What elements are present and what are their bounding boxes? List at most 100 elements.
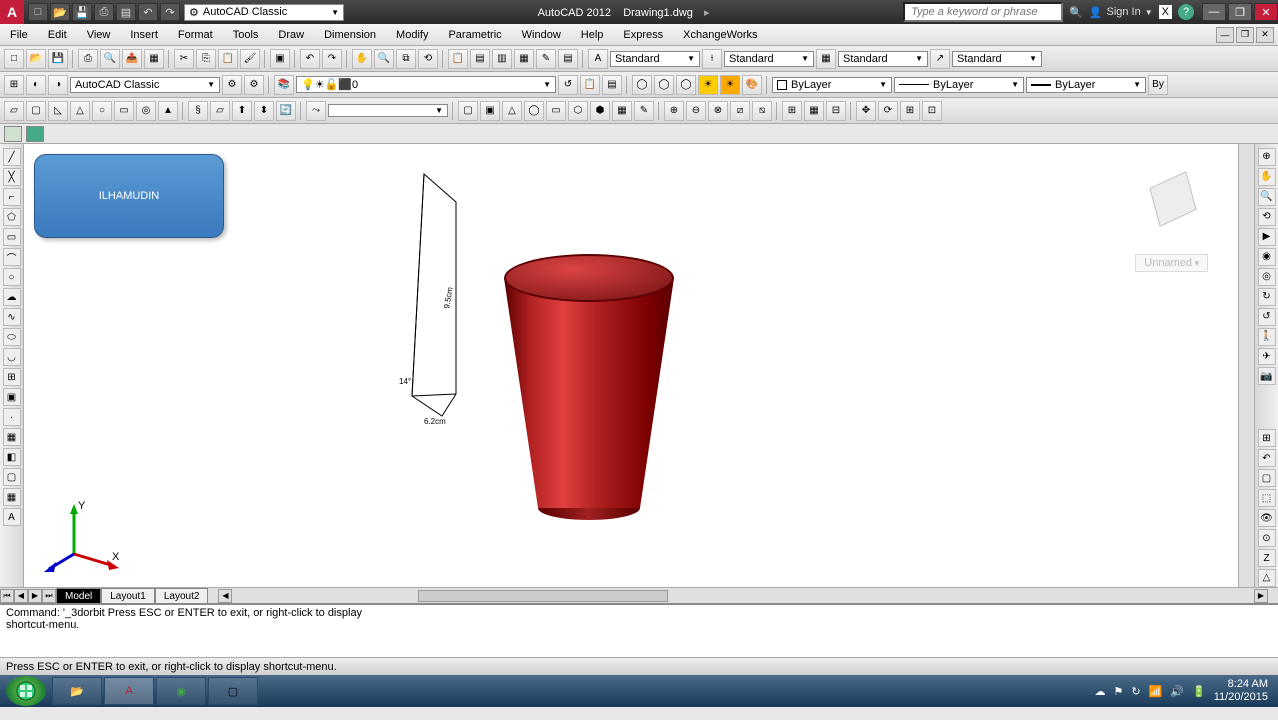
- open-icon[interactable]: 📂: [26, 49, 46, 69]
- tab-last-icon[interactable]: ⏭: [42, 589, 56, 603]
- tab-layout2[interactable]: Layout2: [155, 588, 209, 603]
- planar-icon[interactable]: ▱: [210, 101, 230, 121]
- slice-icon[interactable]: ⧄: [730, 101, 750, 121]
- exchange-icon[interactable]: X: [1159, 5, 1172, 19]
- ucs-object-icon[interactable]: ⬚: [1258, 489, 1276, 507]
- qat-open-icon[interactable]: 📂: [50, 3, 70, 21]
- tab-model[interactable]: Model: [56, 588, 101, 603]
- group-edit-icon[interactable]: ◯: [676, 75, 696, 95]
- qat-print-icon[interactable]: ⎙: [94, 3, 114, 21]
- match-icon[interactable]: 🖌: [240, 49, 260, 69]
- cone-icon[interactable]: △: [70, 101, 90, 121]
- table-style-dropdown[interactable]: Standard▼: [838, 51, 928, 67]
- tray-sync-icon[interactable]: ↻: [1131, 685, 1140, 698]
- sketchy-icon[interactable]: ✎: [634, 101, 654, 121]
- new-icon[interactable]: □: [4, 49, 24, 69]
- realistic-icon[interactable]: ◯: [524, 101, 544, 121]
- tool-palette-icon[interactable]: ▥: [492, 49, 512, 69]
- xchange-btn1[interactable]: [4, 126, 22, 142]
- subtract-icon[interactable]: ⊖: [686, 101, 706, 121]
- torus-icon[interactable]: ◎: [136, 101, 156, 121]
- circle-icon[interactable]: ○: [3, 268, 21, 286]
- hscroll-right-icon[interactable]: ▶: [1254, 589, 1268, 603]
- hscroll-left-icon[interactable]: ◀: [218, 589, 232, 603]
- drawing-canvas[interactable]: ILHAMUDIN 9.5cm 14° 6.2cm: [24, 144, 1238, 587]
- task-explorer[interactable]: 📂: [52, 677, 102, 705]
- zoom-prev-icon[interactable]: ⟲: [418, 49, 438, 69]
- orbit-icon[interactable]: ⟲: [1258, 208, 1276, 226]
- continuous-orbit-icon[interactable]: ↻: [1258, 288, 1276, 306]
- mleader-style-dropdown[interactable]: Standard▼: [952, 51, 1042, 67]
- tab-first-icon[interactable]: ⏮: [0, 589, 14, 603]
- table-style-icon[interactable]: ▦: [816, 49, 836, 69]
- full-nav-icon[interactable]: ⊕: [1258, 148, 1276, 166]
- ucs-view-icon[interactable]: 👁: [1258, 509, 1276, 527]
- 3dmove-icon[interactable]: ✥: [856, 101, 876, 121]
- shaded-edges-icon[interactable]: ⬢: [590, 101, 610, 121]
- menu-view[interactable]: View: [77, 24, 121, 45]
- layer-prop-icon[interactable]: 📚: [274, 75, 294, 95]
- task-camtasia[interactable]: ◉: [156, 677, 206, 705]
- polygon-icon[interactable]: ⬠: [3, 208, 21, 226]
- text-style-dropdown[interactable]: Standard▼: [610, 51, 700, 67]
- help-search-input[interactable]: [903, 2, 1063, 22]
- sun2-icon[interactable]: ☀: [720, 75, 740, 95]
- menu-window[interactable]: Window: [512, 24, 571, 45]
- presspull-icon[interactable]: ⬍: [254, 101, 274, 121]
- conceptual-icon[interactable]: ▭: [546, 101, 566, 121]
- view-label[interactable]: Unnamed ▾: [1135, 254, 1208, 272]
- tray-flag-icon[interactable]: ⚑: [1114, 685, 1124, 698]
- visual-style-dropdown[interactable]: ▼: [328, 104, 448, 117]
- arc-icon[interactable]: ⌒: [3, 248, 21, 266]
- copy-icon[interactable]: ⎘: [196, 49, 216, 69]
- hatch-icon[interactable]: ▦: [3, 428, 21, 446]
- dim-style-dropdown[interactable]: Standard▼: [724, 51, 814, 67]
- ucs-origin-icon[interactable]: ⊙: [1258, 529, 1276, 547]
- app-icon[interactable]: A: [0, 0, 24, 24]
- viewcube[interactable]: [1138, 164, 1208, 234]
- task-app[interactable]: ▢: [208, 677, 258, 705]
- undo-icon[interactable]: ↶: [300, 49, 320, 69]
- interfere-icon[interactable]: ⧅: [752, 101, 772, 121]
- 3dalign-icon[interactable]: ⊞: [900, 101, 920, 121]
- qat-undo-icon[interactable]: ↶: [138, 3, 158, 21]
- mleader-style-icon[interactable]: ↗: [930, 49, 950, 69]
- menu-insert[interactable]: Insert: [120, 24, 168, 45]
- layer-dropdown[interactable]: 💡 ☀ 🔓 ⬛ 0 ▼: [296, 76, 556, 93]
- menu-xchangeworks[interactable]: XchangeWorks: [673, 24, 767, 45]
- pline-icon[interactable]: ⌐: [3, 188, 21, 206]
- box-icon[interactable]: ▢: [26, 101, 46, 121]
- properties-icon[interactable]: 📋: [448, 49, 468, 69]
- menu-express[interactable]: Express: [613, 24, 673, 45]
- doc-restore[interactable]: ❐: [1236, 27, 1254, 43]
- linetype-dropdown[interactable]: ByLayer▼: [894, 77, 1024, 93]
- gear-icon[interactable]: ⚙: [222, 75, 242, 95]
- qat-plot-icon[interactable]: ▤: [116, 3, 136, 21]
- gear2-icon[interactable]: ⚙: [244, 75, 264, 95]
- hscrollbar[interactable]: ◀ ▶: [218, 589, 1268, 603]
- insert-icon[interactable]: ⊞: [3, 368, 21, 386]
- minimize-button[interactable]: —: [1202, 3, 1226, 21]
- line-icon[interactable]: ╱: [3, 148, 21, 166]
- point-icon[interactable]: ·: [3, 408, 21, 426]
- tray-clock[interactable]: 8:24 AM 11/20/2015: [1214, 678, 1268, 704]
- render-icon[interactable]: 🎨: [742, 75, 762, 95]
- constrained-orbit-icon[interactable]: ◉: [1258, 248, 1276, 266]
- ellipse-icon[interactable]: ⬭: [3, 328, 21, 346]
- ungroup-icon[interactable]: ◯: [654, 75, 674, 95]
- table-icon[interactable]: ▦: [3, 488, 21, 506]
- shades-icon[interactable]: ▦: [612, 101, 632, 121]
- tab-layout1[interactable]: Layout1: [101, 588, 155, 603]
- cylinder-icon[interactable]: ▭: [114, 101, 134, 121]
- preview-icon[interactable]: 🔍: [100, 49, 120, 69]
- menu-tools[interactable]: Tools: [223, 24, 269, 45]
- save-icon[interactable]: 💾: [48, 49, 68, 69]
- free-orbit-icon[interactable]: ◎: [1258, 268, 1276, 286]
- spline-icon[interactable]: ∿: [3, 308, 21, 326]
- markup-icon[interactable]: ✎: [536, 49, 556, 69]
- walk-icon[interactable]: 🚶: [1258, 328, 1276, 346]
- redo-icon[interactable]: ↷: [322, 49, 342, 69]
- sweep-icon[interactable]: ⤳: [306, 101, 326, 121]
- layer-prev-icon[interactable]: ↺: [558, 75, 578, 95]
- ucs-3pt-icon[interactable]: △: [1258, 569, 1276, 587]
